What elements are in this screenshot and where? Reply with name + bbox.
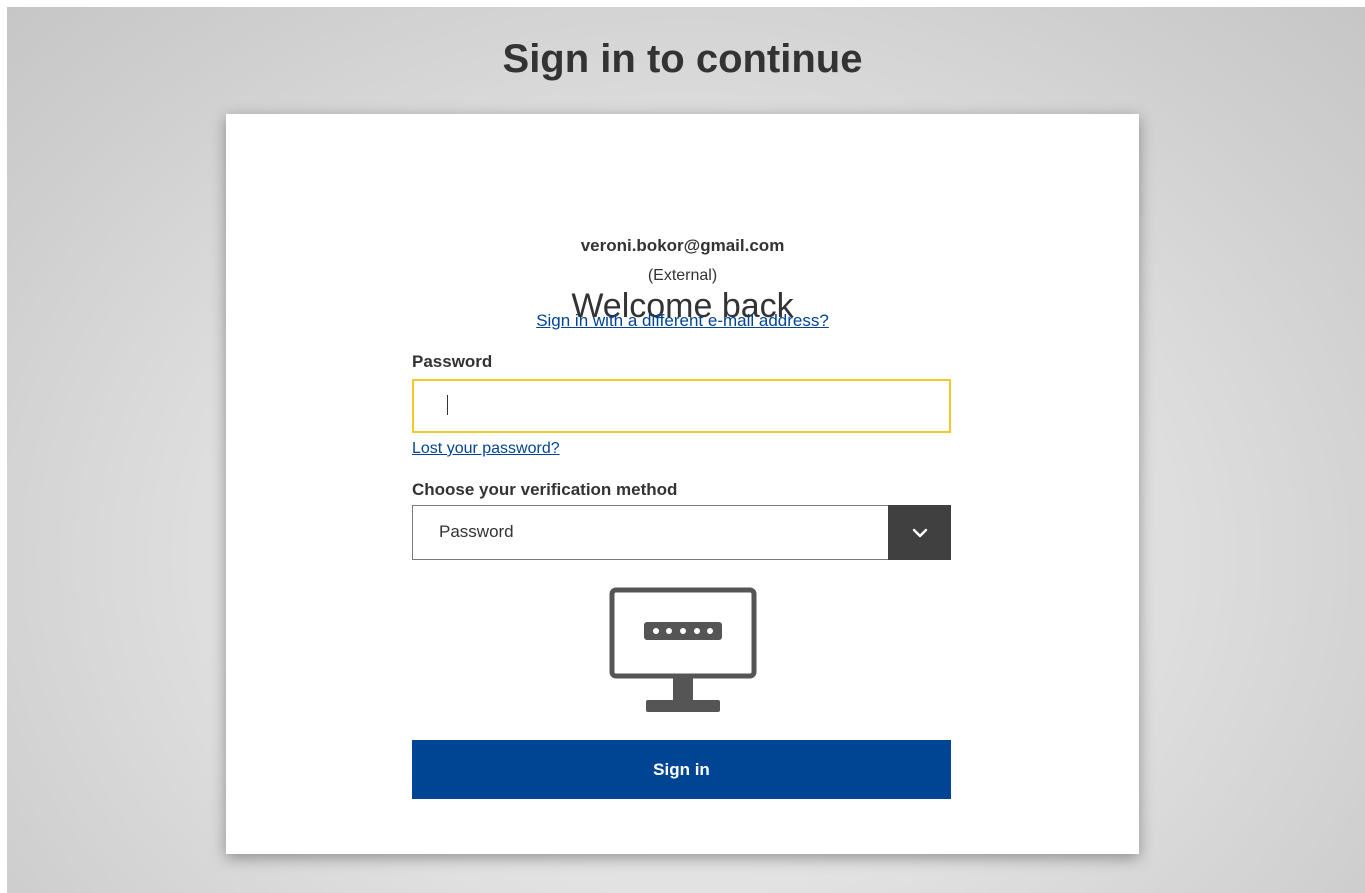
- user-email: veroni.bokor@gmail.com: [580, 236, 785, 255]
- monitor-password-icon: [608, 586, 758, 716]
- verification-method-label: Choose your verification method: [412, 480, 678, 499]
- text-caret: [447, 395, 448, 415]
- different-email-link[interactable]: Sign in with a different e-mail address?: [536, 311, 829, 330]
- password-label: Password: [412, 352, 493, 371]
- different-email-link-container: Sign in with a different e-mail address?: [0, 310, 1365, 332]
- page-title: Sign in to continue: [502, 37, 863, 81]
- verification-method-select[interactable]: Password: [412, 505, 951, 560]
- chevron-down-icon[interactable]: [888, 505, 951, 560]
- account-type: (External): [647, 267, 718, 284]
- password-input[interactable]: [412, 379, 951, 433]
- signin-button[interactable]: Sign in: [412, 740, 951, 799]
- lost-password-link[interactable]: Lost your password?: [412, 440, 560, 457]
- lost-password-link-container: Lost your password?: [412, 438, 560, 460]
- verification-method-value: Password: [439, 522, 514, 541]
